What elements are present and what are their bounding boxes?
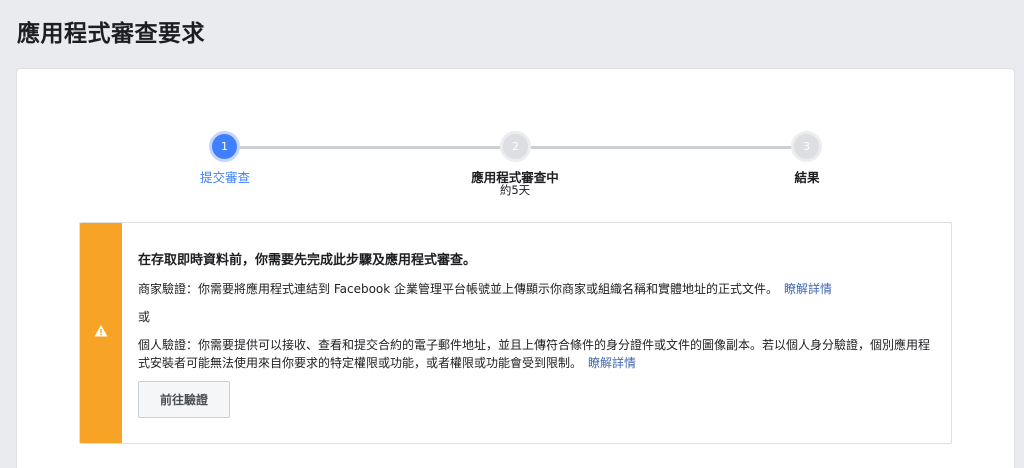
individual-verification-text: 個人驗證：你需要提供可以接收、查看和提交合約的電子郵件地址，並且上傳符合條件的身… bbox=[138, 336, 931, 372]
step-2-sublabel: 約5天 bbox=[499, 183, 531, 197]
individual-verification-desc: 個人驗證：你需要提供可以接收、查看和提交合約的電子郵件地址，並且上傳符合條件的身… bbox=[138, 338, 931, 370]
stepper-track-1 bbox=[225, 146, 515, 149]
step-2-circle: 2 bbox=[500, 131, 531, 162]
stepper-track-2 bbox=[515, 146, 807, 149]
alert-heading: 在存取即時資料前，你需要先完成此步驟及應用程式審查。 bbox=[138, 253, 477, 268]
business-learn-more-link[interactable]: 瞭解詳情 bbox=[784, 282, 832, 296]
page-title: 應用程式審查要求 bbox=[17, 21, 205, 47]
step-1-label: 提交審查 bbox=[199, 170, 251, 185]
verification-alert: 在存取即時資料前，你需要先完成此步驟及應用程式審查。 商家驗證：你需要將應用程式… bbox=[79, 222, 952, 444]
review-card: 1 2 3 提交審查 應用程式審查中 約5天 結果 在存取即時資料前，你需要先完… bbox=[16, 68, 1015, 468]
warning-icon bbox=[94, 325, 108, 337]
step-1-circle: 1 bbox=[209, 131, 240, 162]
business-verification-text: 商家驗證：你需要將應用程式連結到 Facebook 企業管理平台帳號並上傳顯示你… bbox=[138, 280, 931, 298]
business-verification-desc: 商家驗證：你需要將應用程式連結到 Facebook 企業管理平台帳號並上傳顯示你… bbox=[138, 282, 779, 296]
step-3-label: 結果 bbox=[794, 170, 820, 185]
step-3-circle: 3 bbox=[791, 131, 822, 162]
alert-accent-bar bbox=[80, 223, 122, 443]
individual-learn-more-link[interactable]: 瞭解詳情 bbox=[588, 356, 636, 370]
or-text: 或 bbox=[138, 310, 151, 324]
go-verify-button[interactable]: 前往驗證 bbox=[138, 381, 230, 418]
alert-body: 在存取即時資料前，你需要先完成此步驟及應用程式審查。 商家驗證：你需要將應用程式… bbox=[138, 249, 931, 372]
